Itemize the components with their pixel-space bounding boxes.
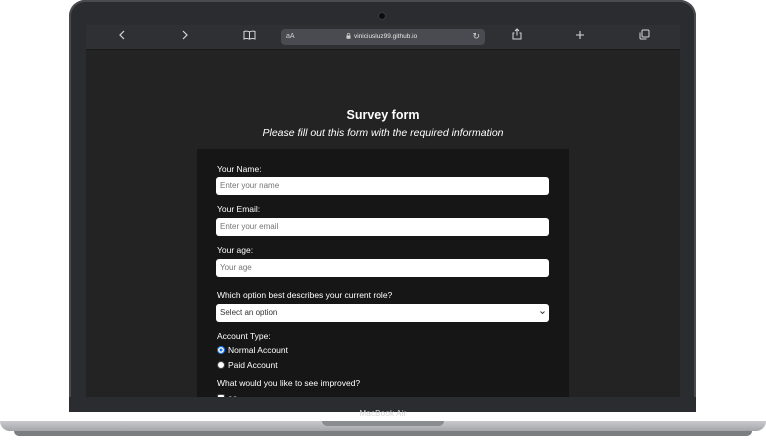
tabs-overview-icon[interactable] (635, 28, 653, 46)
new-tab-icon[interactable] (571, 28, 589, 46)
text-size-button[interactable]: aA (286, 29, 295, 45)
lock-icon (346, 33, 351, 39)
browser-screen: aA viniciusluz99.github.io ↻ Survey form… (86, 25, 680, 397)
model-label: MacBook Air (359, 409, 407, 418)
role-label: Which option best describes your current… (217, 290, 393, 300)
chevron-down-icon (540, 311, 545, 315)
radio-paid-account[interactable] (217, 361, 225, 369)
name-label: Your Name: (217, 164, 262, 174)
survey-form: Your Name: Your Email: Your age: Which o… (197, 149, 569, 397)
forward-icon[interactable] (176, 28, 194, 46)
page-content: Survey form Please fill out this form wi… (86, 50, 680, 397)
url-text: viniciusluz99.github.io (354, 33, 418, 40)
name-input[interactable] (216, 177, 549, 195)
bookmarks-icon[interactable] (240, 28, 258, 46)
email-label: Your Email: (217, 204, 261, 214)
back-icon[interactable] (113, 28, 131, 46)
age-input[interactable] (216, 259, 549, 277)
account-option-label: Paid Account (228, 360, 278, 370)
account-option-label: Normal Account (228, 345, 288, 355)
address-bar[interactable]: aA viniciusluz99.github.io ↻ (281, 29, 485, 45)
share-icon[interactable] (508, 28, 526, 46)
browser-toolbar: aA viniciusluz99.github.io ↻ (86, 25, 680, 50)
account-type-label: Account Type: (217, 331, 271, 341)
improve-label: What would you like to see improved? (217, 378, 361, 388)
radio-normal-account[interactable] (217, 346, 225, 354)
role-select-value: Select an option (220, 308, 278, 317)
email-input[interactable] (216, 218, 549, 236)
laptop-base-foot (14, 431, 752, 436)
age-label: Your age: (217, 245, 254, 255)
page-subtitle: Please fill out this form with the requi… (262, 127, 504, 139)
laptop-base-notch (322, 421, 444, 426)
role-select[interactable]: Select an option (216, 304, 549, 322)
reload-icon[interactable]: ↻ (472, 29, 480, 45)
webcam-icon (379, 13, 385, 19)
page-title: Survey form (346, 108, 420, 122)
